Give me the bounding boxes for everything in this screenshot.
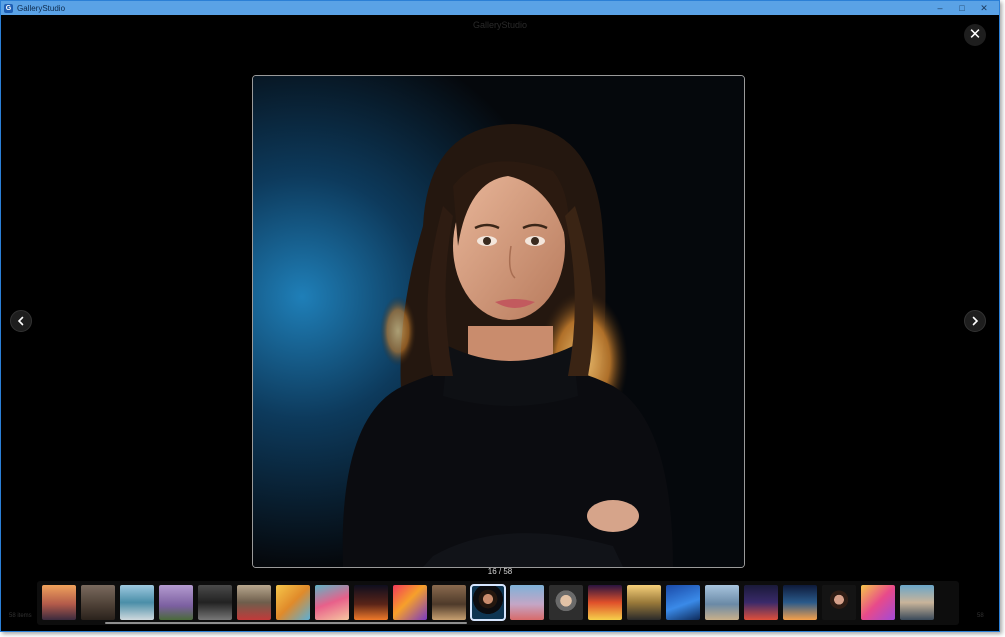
title-bar[interactable]: G GalleryStudio – □ ✕ <box>1 1 999 15</box>
previous-image-button[interactable] <box>10 310 32 332</box>
thumbnail-8[interactable] <box>315 585 349 620</box>
thumbnail-16[interactable] <box>627 585 661 620</box>
thumbnail-scrollbar[interactable] <box>105 622 467 624</box>
app-icon: G <box>4 3 13 13</box>
thumbnail-22[interactable] <box>861 585 895 620</box>
next-image-button[interactable] <box>964 310 986 332</box>
thumbnail-12[interactable] <box>470 584 506 621</box>
thumbnail-21[interactable] <box>822 585 856 620</box>
window-title: GalleryStudio <box>17 3 66 13</box>
thumbnail-3[interactable] <box>120 585 154 620</box>
thumbnail-4[interactable] <box>159 585 193 620</box>
chevron-right-icon <box>972 316 979 326</box>
thumbnail-11[interactable] <box>432 585 466 620</box>
close-icon: ✕ <box>968 26 982 43</box>
app-window: G GalleryStudio – □ ✕ GalleryStudio ✕ 16… <box>0 0 1000 632</box>
maximize-button[interactable]: □ <box>951 1 973 15</box>
main-photo <box>252 75 745 568</box>
viewer-title: GalleryStudio <box>472 20 528 30</box>
window-controls: – □ ✕ <box>929 1 995 15</box>
image-counter: 16 / 58 <box>487 567 513 576</box>
thumbnail-20[interactable] <box>783 585 817 620</box>
thumbnail-2[interactable] <box>81 585 115 620</box>
thumbnail-5[interactable] <box>198 585 232 620</box>
thumbnail-10[interactable] <box>393 585 427 620</box>
chevron-left-icon <box>17 316 24 326</box>
thumbnail-7[interactable] <box>276 585 310 620</box>
item-total: 58 <box>977 613 984 619</box>
thumbnail-6[interactable] <box>237 585 271 620</box>
thumbnail-23[interactable] <box>900 585 934 620</box>
window-close-button[interactable]: ✕ <box>973 1 995 15</box>
close-viewer-button[interactable]: ✕ <box>964 24 986 46</box>
thumbnail-19[interactable] <box>744 585 778 620</box>
thumbnail-18[interactable] <box>705 585 739 620</box>
thumbnail-9[interactable] <box>354 585 388 620</box>
thumbnail-15[interactable] <box>588 585 622 620</box>
minimize-button[interactable]: – <box>929 1 951 15</box>
thumbnail-strip <box>37 581 959 625</box>
item-count: 58 items <box>9 613 32 619</box>
thumbnail-17[interactable] <box>666 585 700 620</box>
thumbnail-1[interactable] <box>42 585 76 620</box>
thumbnail-14[interactable] <box>549 585 583 620</box>
thumbnail-13[interactable] <box>510 585 544 620</box>
